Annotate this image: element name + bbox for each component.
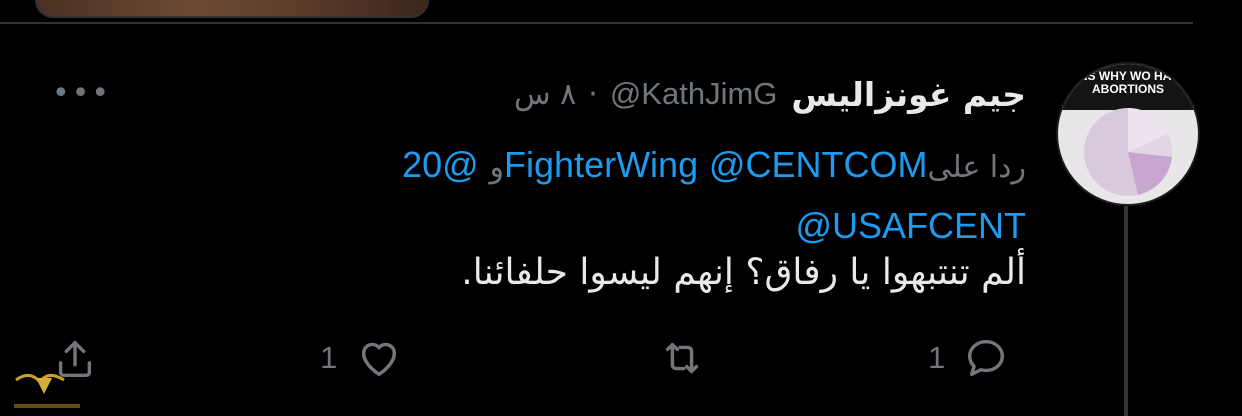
user-handle[interactable]: @KathJimG <box>610 76 778 112</box>
retweet-button[interactable] <box>656 335 708 381</box>
mention-20fighterwing[interactable]: @20FighterWing <box>402 144 698 185</box>
tweet-header: ٨ س · @KathJimG جيم غونزاليس <box>514 72 1026 116</box>
reply-count: 1 <box>928 340 946 375</box>
thread-line <box>1124 206 1128 416</box>
watermark-logo <box>14 374 80 408</box>
heart-icon <box>362 342 397 377</box>
tweet-time[interactable]: ٨ س <box>514 77 576 112</box>
display-name[interactable]: جيم غونزاليس <box>791 75 1026 114</box>
reply-icon <box>968 339 1005 377</box>
mention-centcom[interactable]: @CENTCOM <box>709 144 928 185</box>
retweet-icon <box>665 342 699 374</box>
like-button[interactable]: 1 <box>320 335 403 381</box>
reply-label: ردا على <box>927 150 1026 185</box>
separator-dot: · <box>588 76 598 112</box>
reply-context: و @20FighterWing @CENTCOMردا على @USAFCE… <box>266 136 1026 256</box>
avatar-pie-image <box>1084 108 1173 196</box>
avatar[interactable]: ONS WHY WO HAVE ABORTIONS <box>1056 62 1200 206</box>
reply-button[interactable]: 1 <box>928 335 1009 381</box>
tweet-text: ألم تنتبهوا يا رفاق؟ إنهم ليسوا حلفائنا. <box>461 252 1026 293</box>
like-count: 1 <box>320 340 338 375</box>
reply-conjunction: و <box>489 150 505 185</box>
tweet-divider <box>0 22 1193 24</box>
more-icon[interactable]: ••• <box>52 76 111 111</box>
previous-tweet-media[interactable] <box>35 0 429 18</box>
mention-usafcent[interactable]: @USAFCENT <box>795 205 1026 246</box>
action-bar: 1 1 <box>0 335 1100 395</box>
